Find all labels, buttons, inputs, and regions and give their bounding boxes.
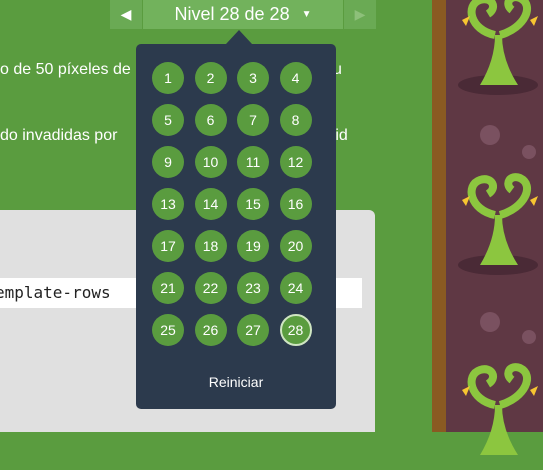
level-button-3[interactable]: 3: [237, 62, 269, 94]
instructions-line-1: o de 50 píxeles de: [0, 61, 131, 78]
dropdown-pointer: [226, 30, 252, 44]
garden-board: [432, 0, 543, 455]
code-line: emplate-rows: [0, 283, 111, 302]
level-button-23[interactable]: 23: [237, 272, 269, 304]
weed-plant-icon: [458, 0, 538, 95]
level-button-12[interactable]: 12: [279, 146, 312, 178]
level-button-25[interactable]: 25: [152, 314, 184, 346]
level-button-1[interactable]: 1: [152, 62, 184, 94]
level-dropdown: 1 2 3 4 5 6 7 8 9 10 11 12 13 14 15 16 17 18 19 20 21 22 23 24 2…: [136, 44, 336, 409]
level-selector-toggle[interactable]: Nivel 28 de 28 ▼: [143, 0, 343, 29]
level-button-24[interactable]: 24: [279, 272, 312, 304]
level-button-16[interactable]: 16: [279, 188, 312, 220]
level-button-27[interactable]: 27: [237, 314, 269, 346]
level-button-6[interactable]: 6: [194, 104, 227, 136]
caret-down-icon: ▼: [301, 9, 312, 20]
level-button-11[interactable]: 11: [237, 146, 269, 178]
level-button-26[interactable]: 26: [194, 314, 227, 346]
weed-plant-icon: [462, 363, 538, 455]
soil-dot: [480, 125, 500, 145]
level-button-20[interactable]: 20: [279, 230, 312, 262]
level-button-4[interactable]: 4: [279, 62, 312, 94]
level-button-7[interactable]: 7: [237, 104, 269, 136]
weed-plant-icon: [458, 173, 538, 275]
level-indicator: Nivel 28 de 28: [174, 4, 290, 24]
level-button-2[interactable]: 2: [194, 62, 227, 94]
instructions-line-2: do invadidas por: [0, 127, 118, 144]
chevron-left-icon: ◀: [120, 6, 132, 22]
level-button-10[interactable]: 10: [194, 146, 227, 178]
level-button-14[interactable]: 14: [194, 188, 227, 220]
soil-dot: [522, 330, 536, 344]
level-button-21[interactable]: 21: [152, 272, 184, 304]
level-button-13[interactable]: 13: [152, 188, 184, 220]
chevron-right-icon: ▶: [354, 6, 366, 22]
level-grid: 1 2 3 4 5 6 7 8 9 10 11 12 13 14 15 16 17 18 19 20 21 22 23 24 2…: [152, 62, 312, 346]
level-button-19[interactable]: 19: [237, 230, 269, 262]
level-button-5[interactable]: 5: [152, 104, 184, 136]
level-button-18[interactable]: 18: [194, 230, 227, 262]
soil-dot: [480, 312, 500, 332]
previous-level-button[interactable]: ◀: [110, 0, 142, 29]
reset-button[interactable]: Reiniciar: [136, 374, 336, 390]
level-button-22[interactable]: 22: [194, 272, 227, 304]
level-button-28[interactable]: 28: [279, 314, 312, 346]
level-button-17[interactable]: 17: [152, 230, 184, 262]
next-level-button[interactable]: ▶: [344, 0, 376, 29]
level-button-15[interactable]: 15: [237, 188, 269, 220]
soil-dot: [522, 145, 536, 159]
level-button-8[interactable]: 8: [279, 104, 312, 136]
level-button-9[interactable]: 9: [152, 146, 184, 178]
level-navigation: ◀ Nivel 28 de 28 ▼ ▶: [110, 0, 376, 29]
